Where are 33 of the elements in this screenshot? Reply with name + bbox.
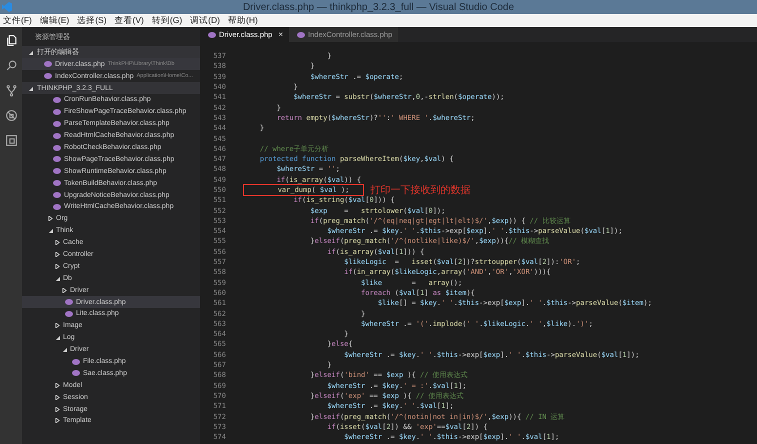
menu-item[interactable]: 选择(S): [77, 14, 107, 26]
php-file-icon: [297, 32, 306, 38]
php-file-icon: [208, 32, 216, 38]
collapsed-caret-icon: [48, 216, 53, 222]
branch-icon[interactable]: [4, 84, 18, 97]
expanded-caret-icon: [48, 228, 53, 234]
collapsed-caret-icon: [55, 394, 60, 400]
collapsed-caret-icon: [55, 240, 60, 246]
search-icon[interactable]: [4, 59, 18, 72]
collapsed-caret-icon: [55, 382, 60, 388]
expanded-caret-icon: [55, 276, 60, 281]
expanded-caret-icon: [62, 347, 67, 352]
collapsed-caret-icon: [55, 418, 60, 424]
collapsed-caret-icon: [62, 288, 67, 293]
window-title: Driver.class.php — thinkphp_3.2.3_full — Visual Studio Code: [242, 2, 516, 12]
collapsed-caret-icon: [55, 406, 60, 412]
menu-item[interactable]: 转到(G): [152, 14, 182, 26]
expanded-caret-icon: [28, 50, 33, 54]
extensions-icon[interactable]: [4, 134, 18, 147]
collapsed-caret-icon: [55, 252, 60, 258]
collapsed-caret-icon: [55, 264, 60, 269]
expanded-caret-icon: [28, 86, 33, 90]
menu-item[interactable]: 文件(F): [3, 14, 32, 26]
files-icon[interactable]: [4, 34, 18, 47]
expanded-caret-icon: [55, 335, 60, 340]
menu-item[interactable]: 帮助(H): [228, 14, 258, 26]
app-logo-icon: [2, 2, 12, 12]
close-icon[interactable]: ×: [278, 30, 284, 39]
menu-item[interactable]: 调试(D): [190, 14, 220, 26]
menu-item[interactable]: 查看(V): [114, 14, 144, 26]
menu-item[interactable]: 编辑(E): [40, 14, 70, 26]
annotation-note: 打印一下接收到的数据: [370, 184, 470, 196]
collapsed-caret-icon: [55, 323, 60, 328]
